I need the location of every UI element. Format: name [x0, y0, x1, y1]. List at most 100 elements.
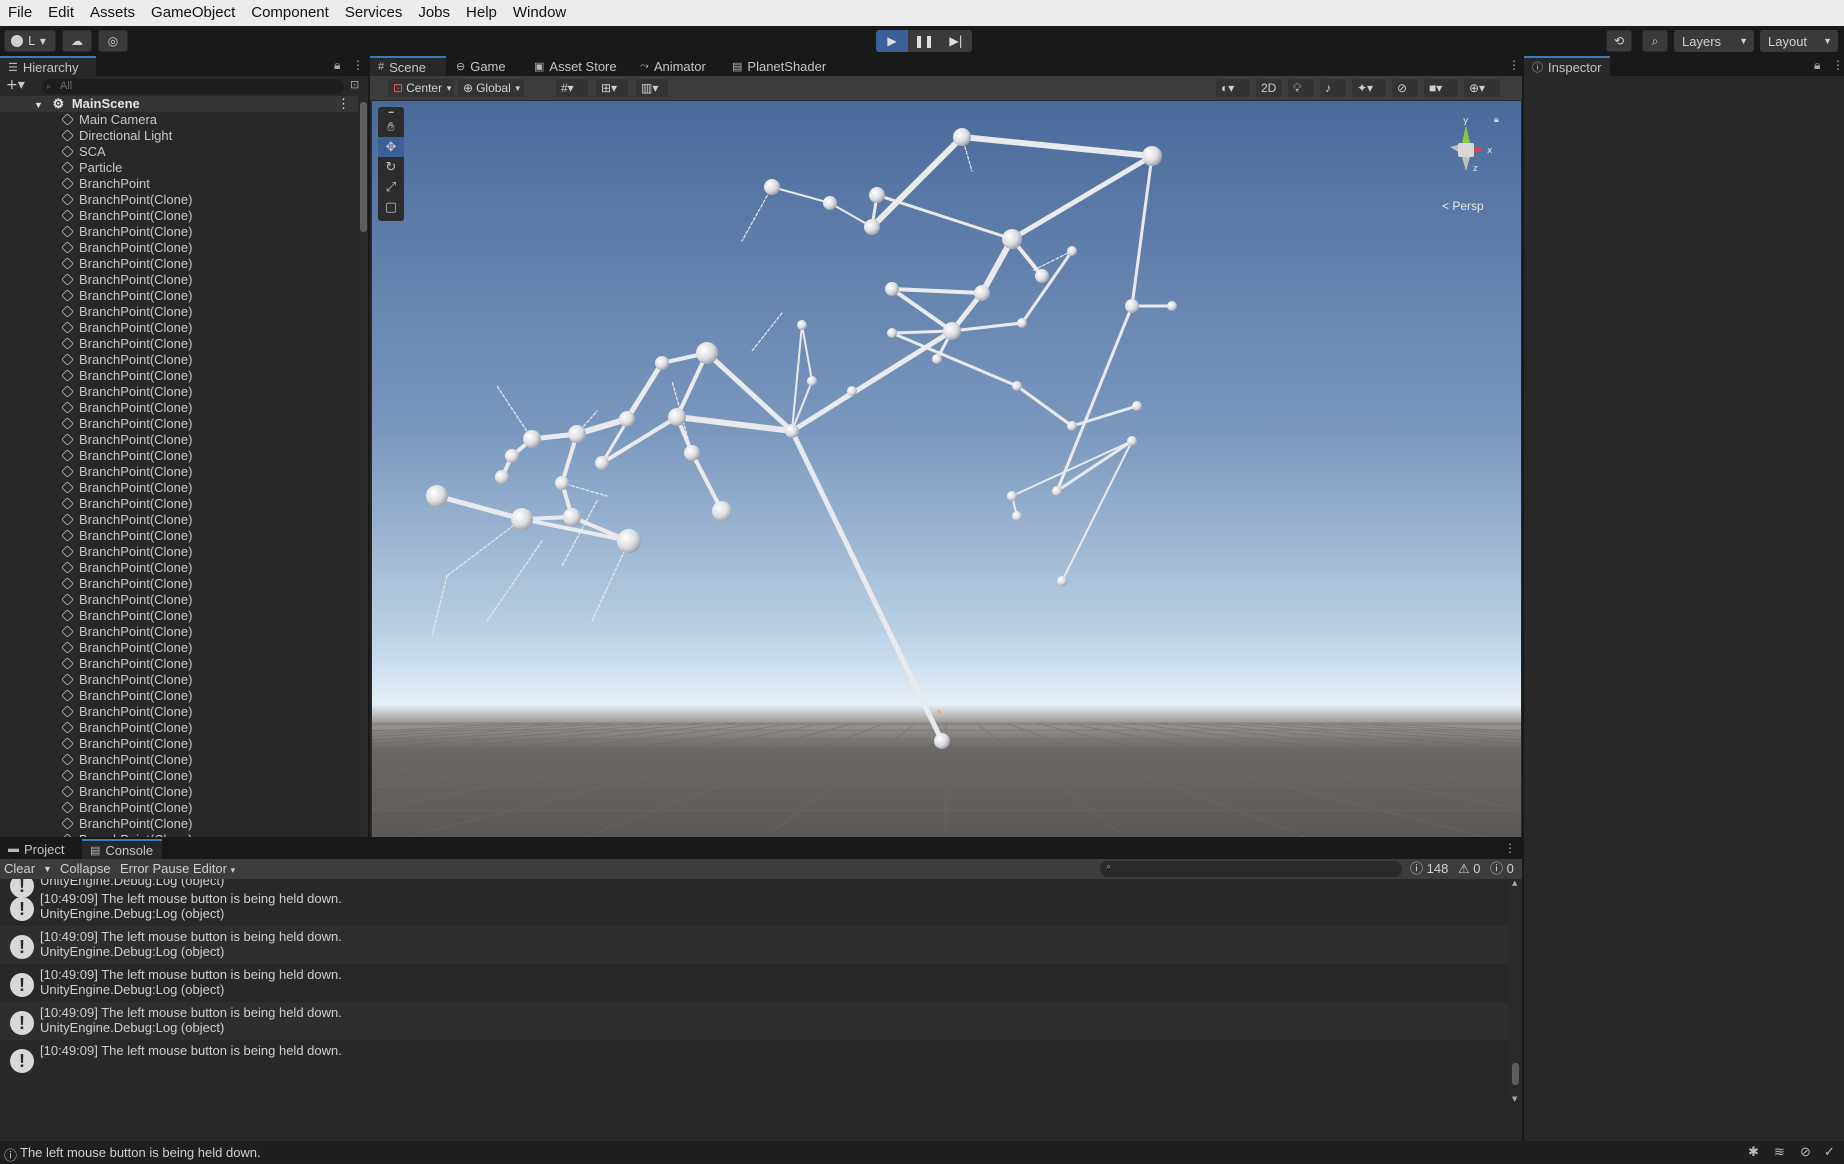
- projection-toggle[interactable]: < Persp: [1442, 199, 1484, 213]
- tab-animator[interactable]: ⤳ Animator: [632, 56, 714, 76]
- scene-visibility-icon[interactable]: ⊡: [350, 78, 359, 91]
- effects-toggle[interactable]: ✦▾: [1352, 79, 1386, 97]
- layers-dropdown[interactable]: Layers ▼: [1674, 30, 1754, 52]
- hierarchy-item[interactable]: BranchPoint(Clone): [0, 224, 358, 240]
- hierarchy-item[interactable]: BranchPoint(Clone): [0, 656, 358, 672]
- tab-scene[interactable]: # Scene: [370, 56, 446, 76]
- render-grid-button[interactable]: ▥▾: [636, 79, 668, 97]
- network-icon[interactable]: ⊘: [1800, 1144, 1811, 1160]
- lock-icon[interactable]: 🔒︎: [1814, 58, 1820, 73]
- scene-row[interactable]: ▼ ⚙ MainScene ⋮: [0, 96, 358, 112]
- gizmo-lock-icon[interactable]: 🔒︎: [1494, 115, 1499, 125]
- menu-help[interactable]: Help: [458, 0, 505, 26]
- hierarchy-item[interactable]: BranchPoint(Clone): [0, 192, 358, 208]
- hand-tool[interactable]: ✋︎: [378, 117, 404, 137]
- kebab-menu-icon[interactable]: ⋮: [1508, 58, 1520, 72]
- tab-project[interactable]: ▬ Project: [0, 839, 72, 859]
- log-entry[interactable]: ! [10:49:09] The left mouse button is bei…: [0, 888, 1508, 926]
- orientation-gizmo[interactable]: y x z: [1426, 113, 1506, 193]
- scale-tool[interactable]: ⤢: [378, 177, 404, 197]
- tab-inspector[interactable]: ⓘ Inspector: [1524, 56, 1610, 76]
- add-object-button[interactable]: +▾: [6, 77, 25, 93]
- shading-mode-button[interactable]: ◐▾: [1216, 79, 1250, 97]
- warning-count-toggle[interactable]: ⚠ 0: [1458, 859, 1481, 879]
- hierarchy-item[interactable]: BranchPoint(Clone): [0, 624, 358, 640]
- hierarchy-item[interactable]: BranchPoint(Clone): [0, 544, 358, 560]
- hierarchy-item[interactable]: BranchPoint(Clone): [0, 480, 358, 496]
- log-entry-partial[interactable]: ! UnityEngine.Debug:Log (object): [0, 879, 1508, 898]
- hierarchy-search-input[interactable]: ⌕ All: [42, 79, 344, 94]
- hierarchy-item[interactable]: BranchPoint(Clone): [0, 528, 358, 544]
- log-entry[interactable]: ! [10:49:09] The left mouse button is bei…: [0, 1040, 1508, 1078]
- check-icon[interactable]: ✓: [1824, 1144, 1835, 1160]
- hierarchy-item[interactable]: Main Camera: [0, 112, 358, 128]
- pause-button[interactable]: ❚❚: [908, 30, 940, 52]
- increment-snap-button[interactable]: ⊞▾: [596, 79, 628, 97]
- menu-component[interactable]: Component: [243, 0, 337, 26]
- collab-button[interactable]: ◎: [98, 30, 128, 52]
- hierarchy-item[interactable]: SCA: [0, 144, 358, 160]
- error-pause-button[interactable]: Error Pause: [120, 859, 189, 879]
- hierarchy-item[interactable]: BranchPoint(Clone): [0, 704, 358, 720]
- hierarchy-item[interactable]: BranchPoint: [0, 176, 358, 192]
- hierarchy-item[interactable]: BranchPoint(Clone): [0, 816, 358, 832]
- hierarchy-item[interactable]: BranchPoint(Clone): [0, 560, 358, 576]
- hierarchy-item[interactable]: BranchPoint(Clone): [0, 608, 358, 624]
- pivot-dropdown[interactable]: ⊡ Center ▼: [388, 79, 454, 97]
- log-entry[interactable]: ! [10:49:09] The left mouse button is bei…: [0, 926, 1508, 964]
- scene-viewport[interactable]: ━ ✋︎ ✥ ↻ ⤢ ▢ y x z 🔒︎ < Persp: [372, 101, 1521, 837]
- space-dropdown[interactable]: ⊕ Global ▼: [458, 79, 524, 97]
- hierarchy-item[interactable]: BranchPoint(Clone): [0, 768, 358, 784]
- layout-dropdown[interactable]: Layout ▼: [1760, 30, 1838, 52]
- hierarchy-item[interactable]: BranchPoint(Clone): [0, 688, 358, 704]
- hierarchy-item[interactable]: BranchPoint(Clone): [0, 736, 358, 752]
- error-count-toggle[interactable]: ⓘ 0: [1490, 859, 1514, 879]
- hierarchy-item[interactable]: BranchPoint(Clone): [0, 464, 358, 480]
- hierarchy-item[interactable]: BranchPoint(Clone): [0, 592, 358, 608]
- hierarchy-item[interactable]: BranchPoint(Clone): [0, 576, 358, 592]
- menu-window[interactable]: Window: [505, 0, 574, 26]
- hierarchy-item[interactable]: BranchPoint(Clone): [0, 368, 358, 384]
- hierarchy-item[interactable]: BranchPoint(Clone): [0, 416, 358, 432]
- hierarchy-item[interactable]: Particle: [0, 160, 358, 176]
- console-search-input[interactable]: ⌕: [1100, 861, 1402, 877]
- grid-snap-button[interactable]: #▾: [556, 79, 588, 97]
- step-button[interactable]: ▶|: [940, 30, 972, 52]
- collapse-arrow-icon[interactable]: ▼: [34, 100, 43, 110]
- hierarchy-scrollbar[interactable]: [359, 96, 368, 837]
- hierarchy-item[interactable]: BranchPoint(Clone): [0, 336, 358, 352]
- clear-button[interactable]: Clear: [4, 859, 35, 879]
- hierarchy-item[interactable]: BranchPoint(Clone): [0, 272, 358, 288]
- history-button[interactable]: ⟲: [1606, 30, 1632, 52]
- tab-game[interactable]: ⊖ Game: [448, 56, 514, 76]
- palette-handle[interactable]: ━: [378, 107, 404, 117]
- hierarchy-item[interactable]: BranchPoint(Clone): [0, 288, 358, 304]
- audio-toggle[interactable]: ♪: [1320, 79, 1346, 97]
- console-scrollbar[interactable]: ▲ ▼: [1509, 879, 1522, 1103]
- camera-settings-button[interactable]: ■▾: [1424, 79, 1458, 97]
- hierarchy-item[interactable]: BranchPoint(Clone): [0, 448, 358, 464]
- tab-planetshader[interactable]: ▤ PlanetShader: [724, 56, 834, 76]
- hierarchy-item[interactable]: BranchPoint(Clone): [0, 320, 358, 336]
- hierarchy-item[interactable]: Directional Light: [0, 128, 358, 144]
- hierarchy-item[interactable]: BranchPoint(Clone): [0, 672, 358, 688]
- hierarchy-item[interactable]: BranchPoint(Clone): [0, 640, 358, 656]
- log-entry[interactable]: ! [10:49:09] The left mouse button is bei…: [0, 1002, 1508, 1040]
- collapse-button[interactable]: Collapse: [60, 859, 111, 879]
- lighting-toggle[interactable]: 💡︎: [1288, 79, 1314, 97]
- search-button[interactable]: ⌕: [1642, 30, 1668, 52]
- gizmos-button[interactable]: ⊕▾: [1464, 79, 1500, 97]
- scene-menu-icon[interactable]: ⋮: [337, 96, 350, 112]
- mode-2d-button[interactable]: 2D: [1256, 79, 1282, 97]
- menu-assets[interactable]: Assets: [82, 0, 143, 26]
- hierarchy-item[interactable]: BranchPoint(Clone): [0, 256, 358, 272]
- cache-icon[interactable]: ≋: [1774, 1144, 1785, 1160]
- kebab-menu-icon[interactable]: ⋮: [1832, 58, 1844, 72]
- kebab-menu-icon[interactable]: ⋮: [352, 58, 364, 72]
- hierarchy-item[interactable]: BranchPoint(Clone): [0, 352, 358, 368]
- lock-icon[interactable]: 🔒︎: [334, 58, 340, 73]
- log-entry[interactable]: ! [10:49:09] The left mouse button is bei…: [0, 964, 1508, 1002]
- hierarchy-item[interactable]: BranchPoint(Clone): [0, 304, 358, 320]
- hierarchy-item[interactable]: BranchPoint(Clone): [0, 800, 358, 816]
- editor-dropdown[interactable]: Editor ▾: [193, 859, 235, 879]
